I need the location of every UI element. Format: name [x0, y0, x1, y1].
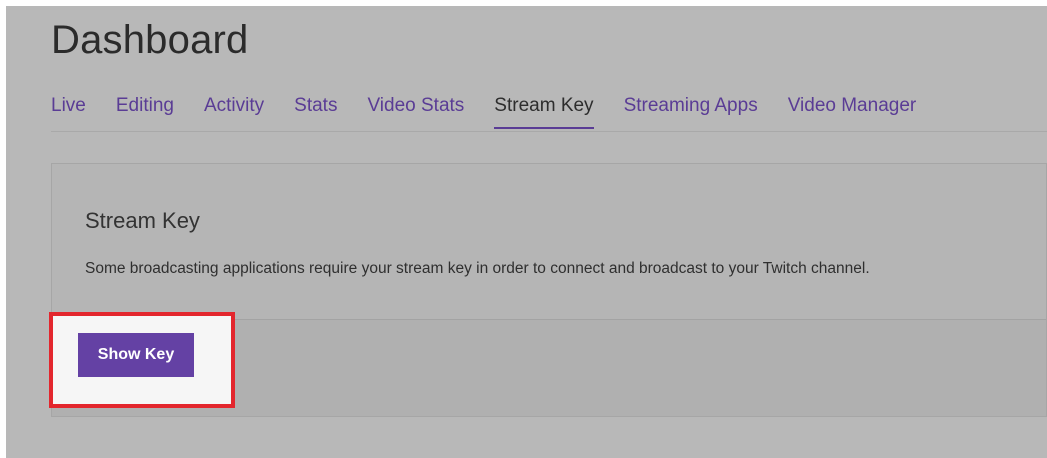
stream-key-heading: Stream Key [85, 208, 200, 233]
stream-key-panel-header: Stream Key Some broadcasting application… [52, 164, 1046, 320]
tab-editing[interactable]: Editing [116, 95, 174, 129]
tab-live[interactable]: Live [51, 95, 86, 129]
tabs-divider [51, 131, 1047, 132]
tab-streaming-apps[interactable]: Streaming Apps [624, 95, 758, 129]
page-title: Dashboard [51, 18, 249, 62]
dashboard-tabs: Live Editing Activity Stats Video Stats … [51, 95, 946, 129]
tab-video-stats[interactable]: Video Stats [367, 95, 464, 129]
show-key-button[interactable]: Show Key [78, 333, 194, 377]
tab-activity[interactable]: Activity [204, 95, 264, 129]
stream-key-description: Some broadcasting applications require y… [85, 260, 870, 277]
tab-stream-key[interactable]: Stream Key [494, 95, 594, 129]
show-key-highlight-box: Show Key [49, 312, 235, 408]
tab-video-manager[interactable]: Video Manager [788, 95, 917, 129]
tab-stats[interactable]: Stats [294, 95, 337, 129]
